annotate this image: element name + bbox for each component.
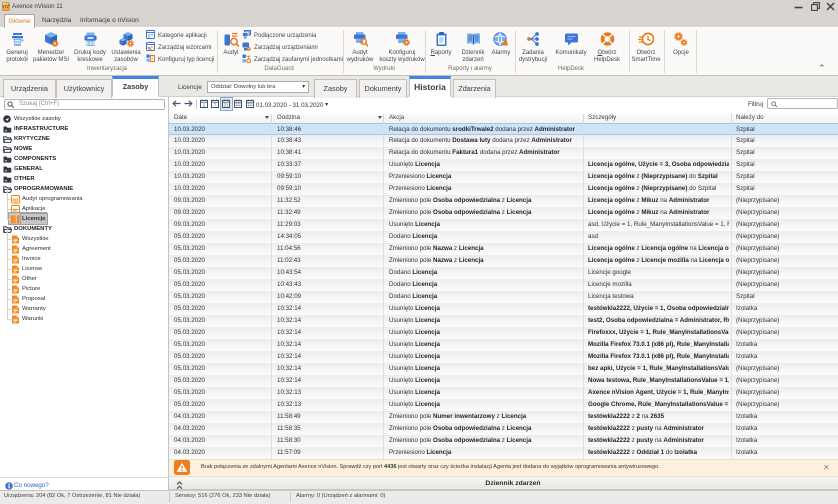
svg-text:ap: ap — [12, 198, 18, 204]
svg-text:31: 31 — [224, 103, 229, 108]
